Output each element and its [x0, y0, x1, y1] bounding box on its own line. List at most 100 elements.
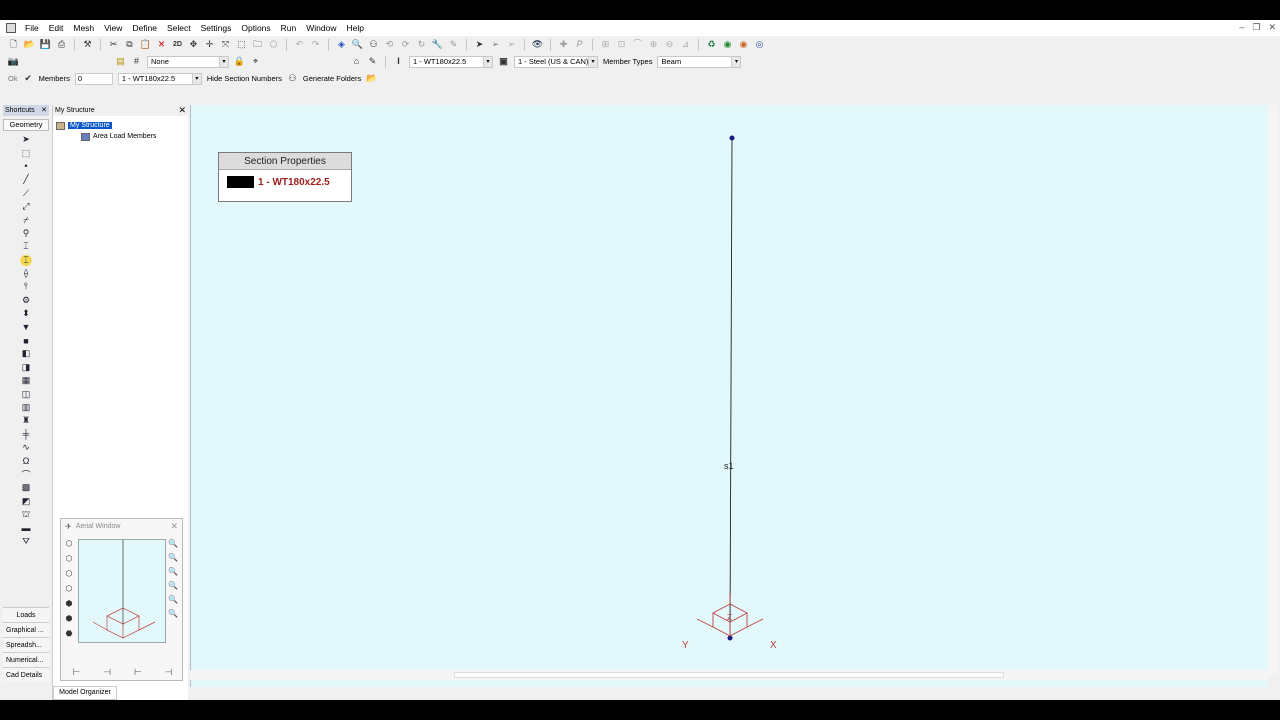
- spin-icon[interactable]: ↻: [416, 39, 427, 50]
- aerial-nav-first-icon[interactable]: ⊢: [72, 667, 80, 678]
- close-icon[interactable]: ✕: [170, 521, 182, 532]
- pencil-icon[interactable]: ✎: [367, 56, 378, 67]
- folder-open-icon[interactable]: 📂: [366, 73, 377, 84]
- zoom-extents-icon[interactable]: ⤧: [220, 39, 231, 50]
- grid-pattern-icon[interactable]: ▩: [20, 481, 32, 494]
- member-types-dropdown[interactable]: Beam ▾: [657, 55, 742, 68]
- horizontal-scrollbar[interactable]: [190, 670, 1268, 680]
- lock-icon[interactable]: 🔒: [234, 56, 245, 67]
- pointer-dim-icon[interactable]: ➢: [506, 39, 517, 50]
- view-2d-icon[interactable]: 2D: [172, 39, 183, 50]
- aerial-nav-prev-icon[interactable]: ⊣: [103, 667, 111, 678]
- split-member-icon[interactable]: ⌿: [20, 213, 32, 226]
- binoculars-small-icon[interactable]: ⚇: [287, 73, 298, 84]
- tower-icon[interactable]: ♜: [20, 414, 32, 427]
- zoom-out-icon[interactable]: 🔍: [168, 553, 178, 563]
- box-icon[interactable]: ◧: [20, 347, 32, 360]
- model-viewport[interactable]: Section Properties 1 - WT180x22.5 s1 Y X…: [190, 105, 1268, 687]
- checkmark-icon[interactable]: ✔: [23, 73, 34, 84]
- section-shape-icon[interactable]: ⌶: [20, 240, 32, 253]
- eye-icon[interactable]: 👁: [532, 39, 543, 50]
- view-front-icon[interactable]: ⬡: [64, 554, 74, 564]
- p-icon[interactable]: P: [574, 39, 585, 50]
- select-arrow-icon[interactable]: ➤: [20, 133, 32, 146]
- home-icon[interactable]: ⌂: [351, 56, 362, 67]
- horizontal-scroll-thumb[interactable]: [454, 672, 1004, 678]
- vertical-scrollbar[interactable]: [1268, 105, 1278, 675]
- frame-icon[interactable]: ⊡: [616, 39, 627, 50]
- menu-mesh[interactable]: Mesh: [68, 20, 99, 36]
- paste-icon[interactable]: 📋: [140, 39, 151, 50]
- arc-icon[interactable]: ⌒: [20, 468, 32, 481]
- shape-icon[interactable]: ⬠: [268, 39, 279, 50]
- zoom-icon[interactable]: 🔍: [352, 39, 363, 50]
- measure-icon[interactable]: ⊿: [680, 39, 691, 50]
- copy-icon[interactable]: ⧉: [124, 39, 135, 50]
- run-orange-icon[interactable]: ◉: [738, 39, 749, 50]
- aerial-preview[interactable]: [78, 539, 166, 643]
- pan-icon[interactable]: ✛: [204, 39, 215, 50]
- zoom-window-icon[interactable]: 🔍: [168, 595, 178, 605]
- numerical-tab[interactable]: Numerical...: [3, 652, 49, 667]
- menu-file[interactable]: File: [20, 20, 44, 36]
- zoom-in-icon[interactable]: 🔍: [168, 539, 178, 549]
- cad-details-tab[interactable]: Cad Details: [3, 667, 49, 682]
- offset-icon[interactable]: ⫯: [20, 280, 32, 293]
- arch-icon[interactable]: ⌒: [632, 39, 643, 50]
- tree-node-root[interactable]: My Structure: [53, 120, 188, 131]
- delete-icon[interactable]: ✕: [156, 39, 167, 50]
- model-organizer-tab[interactable]: Model Organizer: [53, 686, 117, 700]
- zoom-fit-icon[interactable]: 🔍: [168, 567, 178, 577]
- grid-toggle-icon[interactable]: #: [131, 56, 142, 67]
- truss-icon[interactable]: ⛛: [20, 535, 32, 548]
- slab-icon[interactable]: ▬: [20, 521, 32, 534]
- release-icon[interactable]: ⟠: [20, 267, 32, 280]
- pointer-icon[interactable]: ➤: [474, 39, 485, 50]
- pick-icon[interactable]: ✎: [448, 39, 459, 50]
- grid-dropdown[interactable]: None ▾: [147, 55, 229, 68]
- panel-icon[interactable]: ◩: [20, 495, 32, 508]
- refresh-icon[interactable]: ⟳: [400, 39, 411, 50]
- close-icon[interactable]: ✕: [1268, 22, 1276, 33]
- members-section-dropdown[interactable]: 1 - WT180x22.5 ▾: [117, 72, 202, 85]
- restore-icon[interactable]: ❐: [1252, 22, 1260, 33]
- spreadsheet-tab[interactable]: Spreadsh...: [3, 637, 49, 652]
- cut-icon[interactable]: ✂: [108, 39, 119, 50]
- mesh-icon[interactable]: ▦: [20, 374, 32, 387]
- menu-edit[interactable]: Edit: [44, 20, 69, 36]
- pin-icon[interactable]: ⬍: [20, 307, 32, 320]
- curved-member-icon[interactable]: ⤢: [20, 200, 32, 213]
- zoom-in-icon[interactable]: ⊕: [648, 39, 659, 50]
- bridge-icon[interactable]: ⛫: [20, 508, 32, 521]
- tree-node-area-load[interactable]: Area Load Members: [53, 131, 188, 142]
- zoom-all-icon[interactable]: 🔍: [168, 609, 178, 619]
- wall-icon[interactable]: ▥: [20, 401, 32, 414]
- view-select-icon[interactable]: ◈: [336, 39, 347, 50]
- spring-icon[interactable]: ⚙: [20, 294, 32, 307]
- tools-icon[interactable]: ⚒: [82, 39, 93, 50]
- menu-help[interactable]: Help: [341, 20, 368, 36]
- zoom-prev-icon[interactable]: 🔍: [168, 581, 178, 591]
- cross-icon[interactable]: ✚: [558, 39, 569, 50]
- member-chain-icon[interactable]: ⟋: [20, 187, 32, 200]
- hide-section-numbers-button[interactable]: Hide Section Numbers: [207, 73, 282, 85]
- select-box-icon[interactable]: ⬚: [20, 146, 32, 159]
- menu-run[interactable]: Run: [276, 20, 302, 36]
- new-file-icon[interactable]: 🗋: [8, 39, 19, 50]
- folder-icon[interactable]: 🗀: [252, 39, 263, 50]
- zoom-out-icon[interactable]: ⊖: [664, 39, 675, 50]
- undo-icon[interactable]: ↶: [294, 39, 305, 50]
- node-icon[interactable]: •: [20, 160, 32, 173]
- members-count-field[interactable]: 0: [74, 72, 113, 85]
- snap-icon[interactable]: ⌖: [250, 56, 261, 67]
- menu-window[interactable]: Window: [301, 20, 341, 36]
- section-select-icon[interactable]: ⌶: [20, 253, 32, 267]
- cable-icon[interactable]: ∿: [20, 441, 32, 454]
- link-icon[interactable]: ⚲: [20, 227, 32, 240]
- redo-icon[interactable]: ↷: [310, 39, 321, 50]
- close-icon[interactable]: ✕: [41, 105, 49, 116]
- open-folder-icon[interactable]: 📂: [24, 39, 35, 50]
- print-icon[interactable]: ⎙: [56, 39, 67, 50]
- ok-button[interactable]: Ok: [8, 73, 18, 85]
- wrench-icon[interactable]: 🔧: [432, 39, 443, 50]
